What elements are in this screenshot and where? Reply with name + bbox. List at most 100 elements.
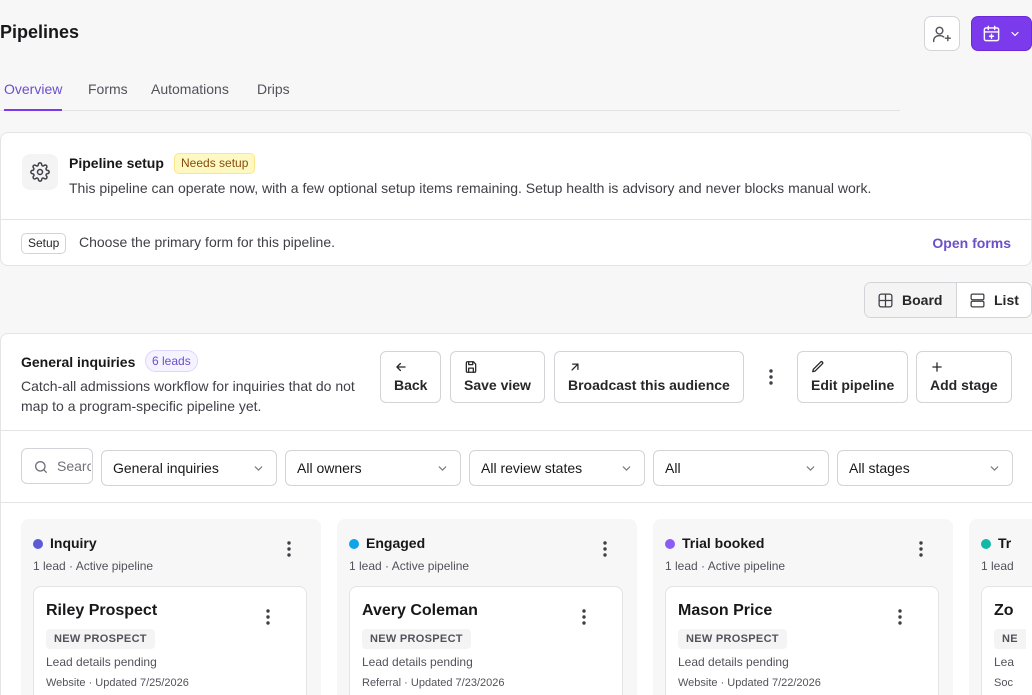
lead-source: Website · Updated 7/25/2026 — [46, 677, 189, 689]
lead-details: Lead details pending — [678, 655, 789, 669]
list-view-button[interactable]: List — [957, 283, 1031, 317]
lead-menu-button[interactable] — [576, 607, 592, 627]
view-toggle: Board List — [864, 282, 1032, 318]
stage-meta: 1 lead · Active pipeline — [665, 559, 785, 573]
lead-status-badge: NEW PROSPECT — [362, 629, 471, 649]
stage-column-trial-booked: Trial booked 1 lead · Active pipeline Ma… — [653, 519, 953, 695]
stage-menu-button[interactable] — [281, 539, 297, 559]
review-state-select[interactable]: All review states — [469, 450, 645, 486]
pencil-icon — [811, 360, 825, 374]
invite-user-button[interactable] — [924, 16, 960, 51]
pipeline-name: General inquiries — [21, 354, 135, 370]
pipeline-select[interactable]: General inquiries — [101, 450, 277, 486]
gear-icon — [30, 162, 50, 182]
lead-details: Lead details pending — [46, 655, 157, 669]
search-input[interactable] — [57, 457, 91, 475]
stage-column-engaged: Engaged 1 lead · Active pipeline Avery C… — [337, 519, 637, 695]
stage-name: Engaged — [366, 535, 425, 551]
more-actions-button[interactable] — [763, 367, 779, 387]
setup-icon-box — [22, 154, 58, 190]
lead-source: Website · Updated 7/22/2026 — [678, 677, 821, 689]
lead-name: Avery Coleman — [362, 602, 478, 620]
chevron-down-icon — [620, 462, 633, 475]
setup-item-row: Setup Choose the primary form for this p… — [1, 219, 1031, 265]
more-vertical-icon — [919, 541, 923, 557]
setup-status-badge: Needs setup — [174, 153, 255, 174]
board-view-label: Board — [902, 292, 942, 308]
edit-pipeline-button[interactable]: Edit pipeline — [797, 351, 908, 403]
lead-card[interactable]: Riley Prospect NEW PROSPECT Lead details… — [33, 586, 307, 695]
lead-status-badge: NE — [994, 629, 1026, 649]
lead-name: Riley Prospect — [46, 602, 157, 620]
search-box[interactable] — [21, 448, 93, 484]
open-forms-link[interactable]: Open forms — [932, 235, 1011, 251]
setup-tag: Setup — [21, 233, 66, 254]
tab-drips[interactable]: Drips — [257, 81, 290, 111]
lead-card[interactable]: Mason Price NEW PROSPECT Lead details pe… — [665, 586, 939, 695]
divider — [1, 502, 1032, 503]
tab-automations[interactable]: Automations — [151, 81, 229, 111]
divider — [1, 430, 1032, 431]
stage-color-dot — [981, 539, 991, 549]
stage-color-dot — [665, 539, 675, 549]
stage-column-inquiry: Inquiry 1 lead · Active pipeline Riley P… — [21, 519, 321, 695]
add-stage-label: Add stage — [930, 377, 998, 393]
lead-status-badge: NEW PROSPECT — [46, 629, 155, 649]
user-plus-icon — [932, 24, 952, 44]
stage-menu-button[interactable] — [597, 539, 613, 559]
chevron-down-icon — [252, 462, 265, 475]
lead-card[interactable]: Avery Coleman NEW PROSPECT Lead details … — [349, 586, 623, 695]
board-grid-icon — [877, 292, 894, 309]
back-button[interactable]: Back — [380, 351, 441, 403]
owner-select-value: All owners — [297, 460, 362, 476]
lead-details: Lea — [994, 655, 1014, 669]
save-icon — [464, 360, 478, 374]
stage-menu-button[interactable] — [913, 539, 929, 559]
pipeline-setup-card: Pipeline setup Needs setup This pipeline… — [0, 132, 1032, 266]
more-vertical-icon — [603, 541, 607, 557]
owner-select[interactable]: All owners — [285, 450, 461, 486]
stage-meta: 1 lead · Active pipeline — [33, 559, 153, 573]
more-vertical-icon — [769, 369, 773, 385]
lead-menu-button[interactable] — [260, 607, 276, 627]
arrow-left-icon — [394, 360, 408, 374]
calendar-plus-icon — [982, 24, 1001, 43]
stage-name: Inquiry — [50, 535, 97, 551]
stage-meta: 1 lead · Active pipeline — [349, 559, 469, 573]
stage-select-value: All stages — [849, 460, 910, 476]
more-vertical-icon — [898, 609, 902, 625]
setup-item-text: Choose the primary form for this pipelin… — [79, 234, 335, 250]
board-view-button[interactable]: Board — [865, 283, 957, 317]
search-icon — [33, 459, 49, 475]
lead-source: Soc — [994, 677, 1013, 689]
pipeline-description: Catch-all admissions workflow for inquir… — [21, 376, 371, 416]
lead-status-badge: NEW PROSPECT — [678, 629, 787, 649]
calendar-menu-button[interactable] — [971, 16, 1032, 51]
edit-pipeline-label: Edit pipeline — [811, 377, 894, 393]
tab-forms[interactable]: Forms — [88, 81, 128, 111]
lead-menu-button[interactable] — [892, 607, 908, 627]
pipeline-panel: General inquiries 6 leads Catch-all admi… — [0, 333, 1032, 695]
arrow-up-right-icon — [568, 360, 582, 374]
broadcast-label: Broadcast this audience — [568, 377, 730, 393]
stage-select[interactable]: All stages — [837, 450, 1013, 486]
save-view-button[interactable]: Save view — [450, 351, 545, 403]
stage-column-partial: Tr 1 lead Zo NE Lea Soc — [969, 519, 1032, 695]
stage-name: Trial booked — [682, 535, 764, 551]
setup-description: This pipeline can operate now, with a fe… — [69, 180, 871, 196]
chevron-down-icon — [804, 462, 817, 475]
lead-details: Lead details pending — [362, 655, 473, 669]
page-title: Pipelines — [0, 22, 79, 43]
tab-overview[interactable]: Overview — [4, 81, 62, 111]
review-state-select-value: All review states — [481, 460, 582, 476]
lead-name: Zo — [994, 602, 1014, 620]
lead-card[interactable]: Zo NE Lea Soc — [981, 586, 1032, 695]
list-rows-icon — [969, 292, 986, 309]
add-stage-button[interactable]: Add stage — [916, 351, 1012, 403]
lead-name: Mason Price — [678, 602, 772, 620]
stage-meta: 1 lead — [981, 559, 1014, 573]
chevron-down-icon — [1009, 28, 1021, 40]
lead-count-badge: 6 leads — [145, 350, 198, 372]
all-select[interactable]: All — [653, 450, 829, 486]
broadcast-audience-button[interactable]: Broadcast this audience — [554, 351, 744, 403]
